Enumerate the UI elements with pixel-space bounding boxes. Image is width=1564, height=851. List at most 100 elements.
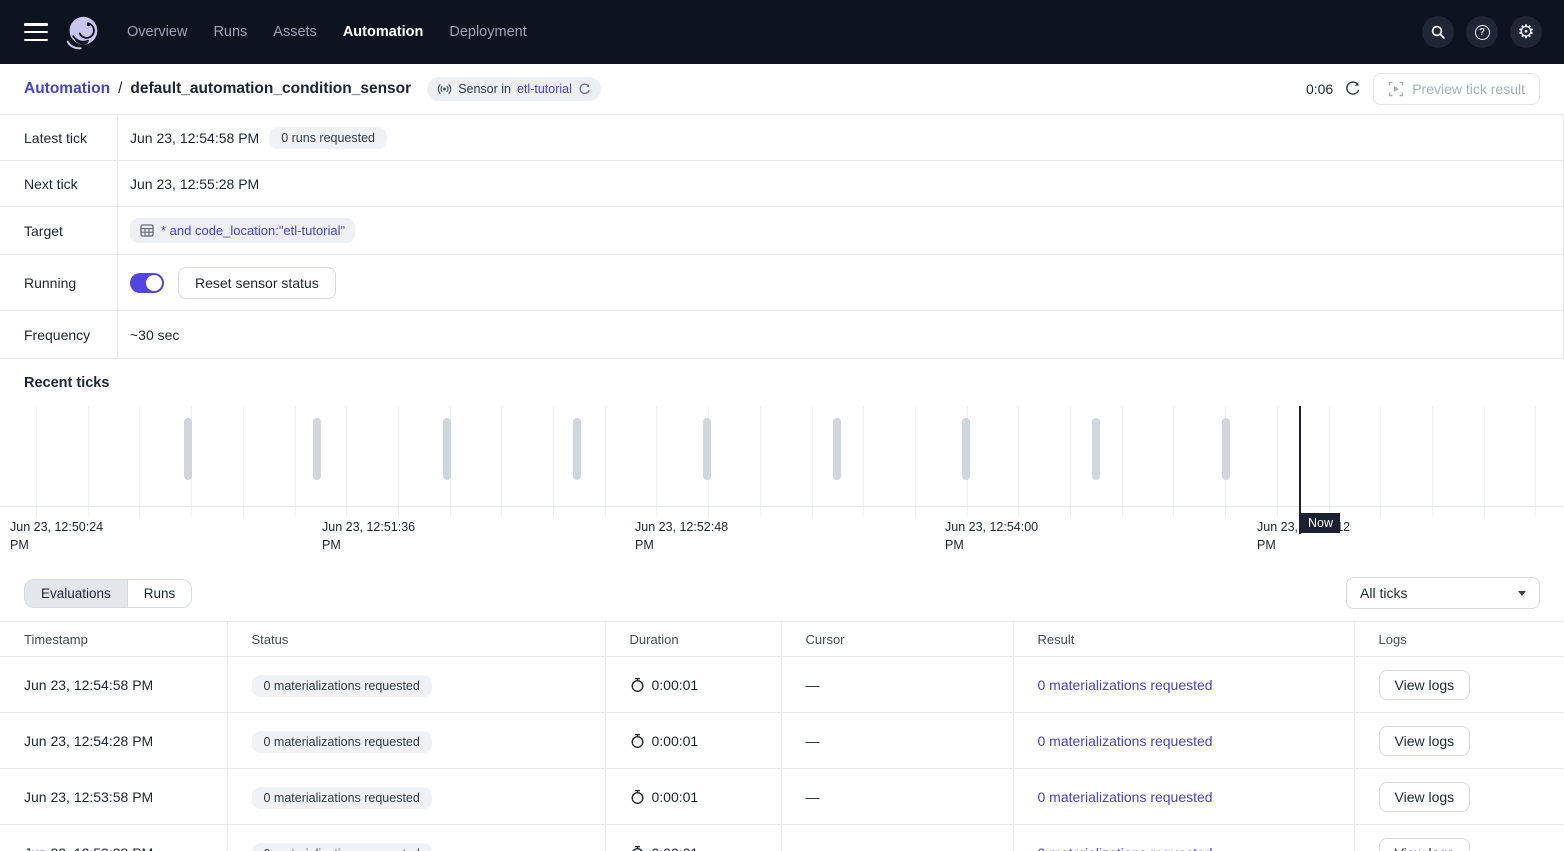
table-row: Jun 23, 12:54:28 PM0 materializations re… <box>0 713 1564 769</box>
breadcrumb-automation-link[interactable]: Automation <box>24 80 110 98</box>
table-row: Jun 23, 12:53:28 PM 0 materializations re… <box>0 825 1564 851</box>
nav-item-automation[interactable]: Automation <box>343 24 424 40</box>
stopwatch-icon <box>630 789 645 805</box>
timeline-axis-label: Jun 23, 12:50:24 PM <box>10 518 122 554</box>
hamburger-menu-icon[interactable] <box>24 23 48 41</box>
status-badge: 0 materializations requested <box>252 731 432 753</box>
duration-value: 0:00:01 <box>652 789 699 805</box>
sensor-badge-prefix: Sensor in <box>458 82 511 96</box>
target-row: Target * and code_location:"etl-tutorial… <box>0 207 1564 255</box>
tick-bar[interactable] <box>1222 418 1230 480</box>
view-logs-button[interactable]: View logs <box>1379 726 1471 756</box>
status-badge: 0 materializations requested <box>252 787 432 809</box>
col-cursor: Cursor <box>781 622 1013 657</box>
tick-bar[interactable] <box>703 418 711 480</box>
timeline-gridline <box>1173 406 1174 516</box>
tick-bar[interactable] <box>443 418 451 480</box>
target-selection-chip[interactable]: * and code_location:"etl-tutorial" <box>130 218 355 243</box>
duration-value: 0:00:01 <box>652 733 699 749</box>
preview-icon <box>1388 81 1404 97</box>
settings-button[interactable]: ⚙ <box>1510 16 1542 48</box>
status-badge: 0 materializations requested <box>252 843 432 851</box>
timeline-gridline <box>1484 406 1485 516</box>
view-logs-button[interactable]: View logs <box>1379 670 1471 700</box>
result-link[interactable]: 0 materializations requested <box>1038 733 1213 749</box>
tab-runs[interactable]: Runs <box>127 580 192 607</box>
asset-table-icon <box>140 224 154 237</box>
timeline-gridline <box>243 406 244 516</box>
view-logs-button[interactable]: View logs <box>1379 782 1471 812</box>
running-row: Running Reset sensor status <box>0 255 1564 311</box>
nav-item-deployment[interactable]: Deployment <box>449 24 526 40</box>
timeline-gridline <box>1380 406 1381 516</box>
col-duration: Duration <box>605 622 781 657</box>
timeline-gridline <box>605 406 606 516</box>
cell-cursor: — <box>781 657 1013 713</box>
ticks-table: Timestamp Status Duration Cursor Result … <box>0 621 1564 851</box>
timeline-gridline <box>553 406 554 516</box>
result-link[interactable]: 0 materializations requested <box>1038 789 1213 805</box>
cell-timestamp: Jun 23, 12:53:28 PM <box>0 825 227 851</box>
reset-sensor-status-button[interactable]: Reset sensor status <box>178 267 336 299</box>
results-toolbar: Evaluations Runs All ticks <box>0 556 1564 621</box>
view-logs-button[interactable]: View logs <box>1379 838 1471 851</box>
refresh-icon[interactable] <box>1345 81 1361 97</box>
frequency-label: Frequency <box>0 311 118 358</box>
timeline-gridline <box>501 406 502 516</box>
tick-bar[interactable] <box>573 418 581 480</box>
breadcrumb-sensor-name: default_automation_condition_sensor <box>130 80 411 98</box>
timeline-axis-label: Jun 23, 12:54:00 PM <box>945 518 1057 554</box>
timeline-gridline <box>1432 406 1433 516</box>
stopwatch-icon <box>630 677 645 693</box>
code-location-link[interactable]: etl-tutorial <box>517 82 572 96</box>
tick-bar[interactable] <box>184 418 192 480</box>
sensor-details: Latest tick Jun 23, 12:54:58 PM 0 runs r… <box>0 115 1564 359</box>
col-logs: Logs <box>1354 622 1564 657</box>
gear-icon: ⚙ <box>1517 23 1534 42</box>
timeline-gridline <box>139 406 140 516</box>
tick-bar[interactable] <box>1092 418 1100 480</box>
next-tick-value: Jun 23, 12:55:28 PM <box>130 176 259 192</box>
tick-bar[interactable] <box>313 418 321 480</box>
table-row: Jun 23, 12:54:58 PM0 materializations re… <box>0 657 1564 713</box>
running-toggle[interactable] <box>130 273 164 293</box>
next-tick-row: Next tick Jun 23, 12:55:28 PM <box>0 161 1564 207</box>
latest-tick-value: Jun 23, 12:54:58 PM <box>130 130 259 146</box>
timeline-gridline <box>1018 406 1019 516</box>
nav-item-runs[interactable]: Runs <box>213 24 247 40</box>
latest-tick-label: Latest tick <box>0 115 118 160</box>
timeline-gridline <box>915 406 916 516</box>
dagster-logo[interactable] <box>64 14 101 51</box>
help-button[interactable]: ? <box>1466 16 1498 48</box>
stopwatch-icon <box>630 733 645 749</box>
timeline-gridline <box>760 406 761 516</box>
result-link[interactable]: 0 materializations requested <box>1038 677 1213 693</box>
tab-evaluations[interactable]: Evaluations <box>25 580 127 607</box>
ticks-table-body: Jun 23, 12:54:58 PM0 materializations re… <box>0 657 1564 851</box>
evaluations-runs-tabs: Evaluations Runs <box>24 579 192 608</box>
col-status: Status <box>227 622 605 657</box>
ticks-filter-select[interactable]: All ticks <box>1346 577 1540 609</box>
tick-bar[interactable] <box>962 418 970 480</box>
nav-item-overview[interactable]: Overview <box>127 24 187 40</box>
search-button[interactable] <box>1422 16 1454 48</box>
cell-timestamp: Jun 23, 12:53:58 PM <box>0 769 227 825</box>
reload-location-icon[interactable] <box>578 83 591 96</box>
sensor-icon <box>437 82 452 96</box>
col-timestamp: Timestamp <box>0 622 227 657</box>
timeline-gridline <box>1277 406 1278 516</box>
preview-tick-result-button[interactable]: Preview tick result <box>1373 73 1540 105</box>
top-navbar: Overview Runs Assets Automation Deployme… <box>0 0 1564 64</box>
result-link[interactable]: 0 materializations requested <box>1038 845 1213 851</box>
breadcrumb-separator: / <box>118 80 122 98</box>
timeline-gridline <box>295 406 296 516</box>
running-label: Running <box>0 255 118 310</box>
nav-item-assets[interactable]: Assets <box>273 24 317 40</box>
tick-bar[interactable] <box>833 418 841 480</box>
timeline-gridline <box>346 406 347 516</box>
tick-countdown: 0:06 <box>1306 81 1333 97</box>
timeline-gridline <box>1535 406 1536 516</box>
timeline-gridline <box>36 406 37 516</box>
timeline-gridline <box>88 406 89 516</box>
target-label: Target <box>0 207 118 254</box>
